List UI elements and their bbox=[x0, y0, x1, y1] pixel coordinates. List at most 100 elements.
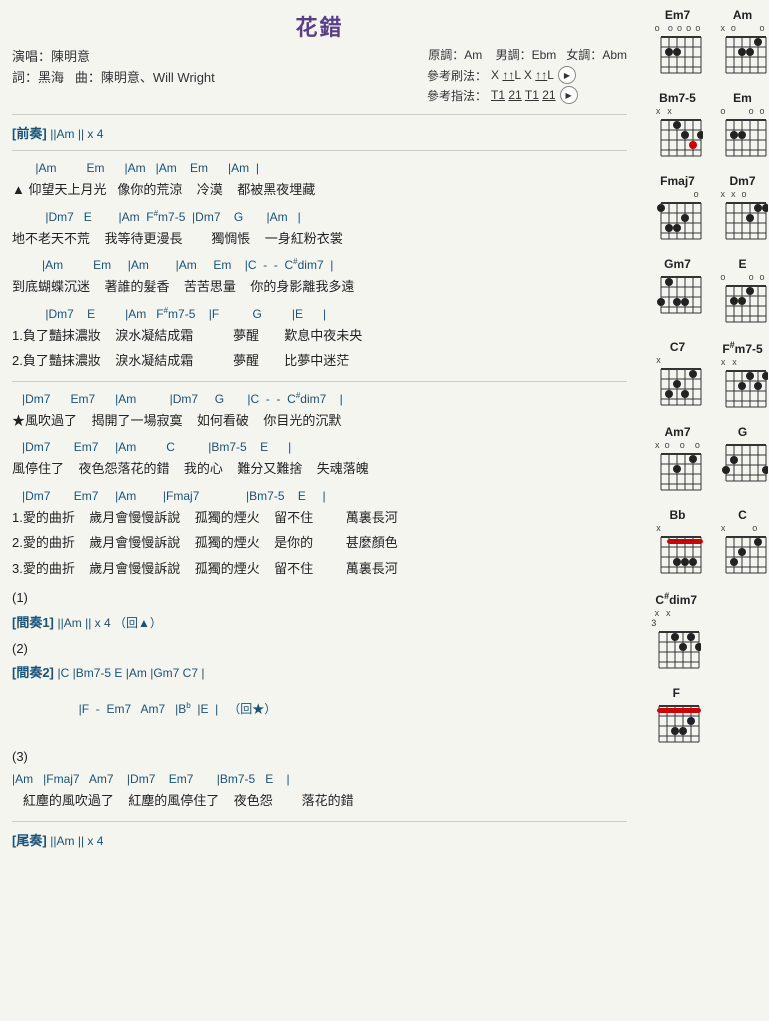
divider-3 bbox=[12, 381, 627, 382]
song-title: 花錯 bbox=[12, 10, 627, 42]
chorus3-lyric-3: 3.愛的曲折 歲月會慢慢訴說 孤獨的煙火 留不住 萬裏長河 bbox=[12, 557, 627, 580]
female-key: Abm bbox=[602, 48, 627, 62]
chord-fsm75-grid bbox=[718, 367, 768, 411]
em7-s2: o bbox=[686, 24, 691, 33]
chord-bb-marks: x bbox=[653, 524, 703, 533]
am-s6: x bbox=[720, 24, 725, 33]
chord-pair-2: Bm7-5 x x bbox=[645, 91, 769, 168]
interlude1-pattern: ||Am || x 4 （回▲） bbox=[58, 616, 162, 630]
chord-g-name: G bbox=[738, 425, 747, 439]
em7-s3: o bbox=[677, 24, 682, 33]
chorus3-lyric-2: 2.愛的曲折 歲月會慢慢訴說 孤獨的煙火 是你的 甚麼顏色 bbox=[12, 531, 627, 554]
verse1-chord: |Am Em |Am |Am Em |Am | bbox=[12, 159, 627, 178]
chorus3-lyric-1: 1.愛的曲折 歲月會慢慢訴說 孤獨的煙火 留不住 萬裏長河 bbox=[12, 506, 627, 529]
chorus2-chord: |Dm7 Em7 |Am C |Bm7-5 E | bbox=[12, 438, 627, 457]
strum-play-button[interactable]: ▶ bbox=[558, 66, 576, 84]
verse1-lyric: ▲ 仰望天上月光 像你的荒涼 冷漠 都被黑夜埋藏 bbox=[12, 178, 627, 201]
interlude2-section: [間奏2] bbox=[12, 665, 54, 680]
empty-slot bbox=[714, 591, 769, 680]
interlude2-line1: |C |Bm7-5 E |Am |Gm7 C7 | bbox=[58, 666, 205, 680]
chord-g-grid bbox=[718, 441, 768, 485]
compose-label: 曲： bbox=[75, 70, 101, 85]
chord-am-name: Am bbox=[733, 8, 752, 22]
strum-label: 參考刷法： bbox=[427, 67, 487, 84]
chorus1-lyric: ★風吹過了 揭開了一場寂寞 如何看破 你目光的沉默 bbox=[12, 409, 627, 432]
pluck-label: 參考指法： bbox=[427, 87, 487, 104]
chord-e: E o o o bbox=[718, 257, 768, 326]
verse2-lyric: 地不老天不荒 我等待更漫長 獨惆悵 一身紅粉衣裳 bbox=[12, 227, 627, 250]
interlude3-block: (3) |Am |Fmaj7 Am7 |Dm7 Em7 |Bm7-5 E | 紅… bbox=[12, 745, 627, 813]
chord-am7-grid bbox=[653, 450, 703, 494]
singer-value: 陳明意 bbox=[51, 49, 90, 64]
verse3-chord: |Am Em |Am |Am Em |C - - C#dim7 | bbox=[12, 256, 627, 275]
chord-em7-name: Em7 bbox=[665, 8, 690, 22]
lyric-author: 黑海 bbox=[38, 70, 64, 85]
chord-bm75-marks: x x bbox=[653, 107, 703, 116]
intro-block: [前奏] ||Am || x 4 bbox=[12, 123, 627, 142]
chord-bm75-grid bbox=[653, 116, 703, 160]
chord-bb-grid bbox=[653, 533, 703, 577]
interlude2-line2-content: |F - Em7 Am7 |Bb |E | （回★） bbox=[52, 681, 627, 739]
divider-2 bbox=[12, 150, 627, 151]
interlude1-content: [間奏1] ||Am || x 4 （回▲） bbox=[12, 612, 627, 631]
compose-author: 陳明意、Will Wright bbox=[101, 70, 215, 85]
chord-pair-3: Fmaj7 o bbox=[645, 174, 769, 251]
interlude3-chord: |Am |Fmaj7 Am7 |Dm7 Em7 |Bm7-5 E | bbox=[12, 770, 627, 789]
chord-pair-5: C7 x bbox=[645, 340, 769, 419]
verse3-lyric: 到底蝴蝶沉迷 著誰的髮香 苦苦思量 你的身影離我多遠 bbox=[12, 275, 627, 298]
outro-pattern: ||Am || x 4 bbox=[50, 834, 103, 848]
singer-row: 演唱：陳明意 bbox=[12, 46, 427, 65]
chord-pair-7: Bb x bbox=[645, 508, 769, 585]
chorus1-chord: |Dm7 Em7 |Am |Dm7 G |C - - C#dim7 | bbox=[12, 390, 627, 409]
divider-1 bbox=[12, 114, 627, 115]
chord-g: G bbox=[718, 425, 768, 494]
chord-fsm75-marks: x x bbox=[718, 358, 768, 367]
chorus1-block: |Dm7 Em7 |Am |Dm7 G |C - - C#dim7 | ★風吹過… bbox=[12, 390, 627, 433]
chord-dm7-name: Dm7 bbox=[729, 174, 755, 188]
chord-c7-grid bbox=[653, 365, 703, 409]
strum-row: 參考刷法： X ↑↑L X ↑↑L ▶ bbox=[427, 66, 627, 84]
pluck-row: 參考指法： T1 21 T1 21 ▶ bbox=[427, 86, 627, 104]
main-content: 花錯 演唱：陳明意 詞：黑海 曲：陳明意、Will Wright 原調：Am 男… bbox=[0, 0, 639, 1021]
chord-bb-name: Bb bbox=[670, 508, 686, 522]
chord-pair-9: F bbox=[645, 686, 769, 754]
chord-fsm75: F#m7-5 x x bbox=[718, 340, 768, 411]
chord-fmaj7: Fmaj7 o bbox=[653, 174, 703, 243]
chorus2-block: |Dm7 Em7 |Am C |Bm7-5 E | 風停住了 夜色怨落花的錯 我… bbox=[12, 438, 627, 481]
chord-am7: Am7 x o o o bbox=[653, 425, 703, 494]
chord-c-marks: x o bbox=[718, 524, 768, 533]
chord-csdim7-pos: 3 bbox=[651, 618, 701, 628]
chord-gm7-grid bbox=[653, 273, 703, 317]
female-label: 女調： bbox=[566, 48, 602, 62]
male-label: 男調： bbox=[496, 48, 532, 62]
page: 花錯 演唱：陳明意 詞：黑海 曲：陳明意、Will Wright 原調：Am 男… bbox=[0, 0, 769, 1021]
chord-csdim7-name: C#dim7 bbox=[655, 591, 697, 607]
chord-bb: Bb x bbox=[653, 508, 703, 577]
composer-row: 詞：黑海 曲：陳明意、Will Wright bbox=[12, 67, 427, 86]
verse4-lyric-1: 1.負了豔抹濃妝 淚水凝結成霜 夢醒 歎息中夜未央 bbox=[12, 324, 627, 347]
chord-csdim7: C#dim7 x x 3 bbox=[651, 591, 701, 672]
chorus3-block: |Dm7 Em7 |Am |Fmaj7 |Bm7-5 E | 1.愛的曲折 歲月… bbox=[12, 487, 627, 580]
chord-csdim7-grid bbox=[651, 628, 701, 672]
verse2-chord: |Dm7 E |Am F#m7-5 |Dm7 G |Am | bbox=[12, 208, 627, 227]
chord-f: F bbox=[651, 686, 701, 746]
top-left: 演唱：陳明意 詞：黑海 曲：陳明意、Will Wright bbox=[12, 46, 427, 88]
pluck-play-button[interactable]: ▶ bbox=[560, 86, 578, 104]
chord-f-name: F bbox=[673, 686, 680, 700]
chord-fmaj7-marks: o bbox=[653, 190, 703, 199]
singer-label: 演唱： bbox=[12, 49, 51, 64]
lyric-label: 詞： bbox=[12, 70, 38, 85]
chord-fsm75-name: F#m7-5 bbox=[722, 340, 762, 356]
chord-am-grid bbox=[718, 33, 768, 77]
chord-gm7: Gm7 bbox=[653, 257, 703, 326]
chord-fmaj7-grid bbox=[653, 199, 703, 243]
chord-em-name: Em bbox=[733, 91, 752, 105]
verse4-chord: |Dm7 E |Am F#m7-5 |F G |E | bbox=[12, 305, 627, 324]
verse4-block: |Dm7 E |Am F#m7-5 |F G |E | 1.負了豔抹濃妝 淚水凝… bbox=[12, 305, 627, 373]
pluck-pattern: T1 21 T1 21 bbox=[491, 88, 556, 102]
strum-pattern: X ↑↑L X ↑↑L bbox=[491, 68, 554, 82]
chord-c-name: C bbox=[738, 508, 747, 522]
verse4-lyric-2: 2.負了豔抹濃妝 淚水凝結成霜 夢醒 比夢中迷茫 bbox=[12, 349, 627, 372]
chord-am7-marks: x o o o bbox=[653, 441, 703, 450]
interlude1-section: [間奏1] bbox=[12, 615, 54, 630]
